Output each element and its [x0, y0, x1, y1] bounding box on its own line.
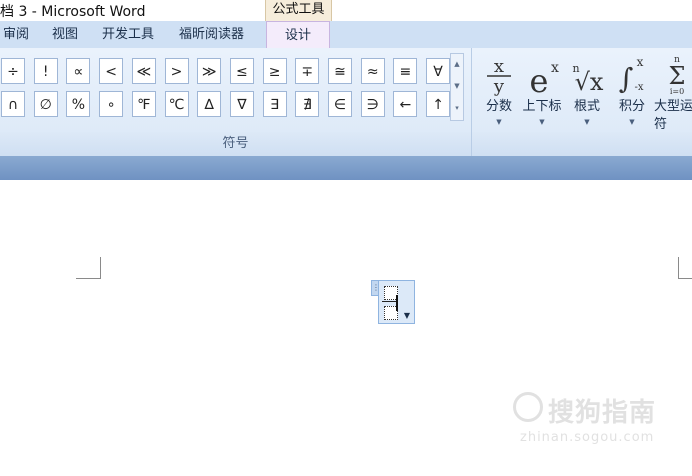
svg-text:i=0: i=0: [670, 87, 684, 96]
symbol-button[interactable]: ≤: [229, 58, 254, 84]
svg-text:√x: √x: [575, 68, 604, 96]
large-operator-label: 大型运算符: [654, 99, 692, 132]
symbol-button[interactable]: ℉: [131, 91, 156, 117]
svg-text:Σ: Σ: [669, 62, 686, 90]
symbol-button[interactable]: ∓: [295, 58, 320, 84]
integral-icon: ∫ x -x: [619, 55, 644, 95]
svg-text:y: y: [493, 76, 505, 96]
radical-icon: n √x: [572, 62, 604, 96]
symbol-button[interactable]: ∃: [262, 91, 287, 117]
svg-text:x: x: [637, 55, 644, 69]
symbol-button[interactable]: ∆: [197, 91, 222, 117]
scroll-up-icon[interactable]: ▲: [451, 54, 463, 74]
symbol-button[interactable]: ↑: [426, 91, 451, 117]
structures-group: x y 分数 ▼ e x 上下标 ▼ n √x 根式 ▼ ∫ x -x 积分 ▼…: [472, 48, 692, 156]
symbol-button[interactable]: <: [99, 58, 124, 84]
equation-options-dropdown-icon[interactable]: ▼: [401, 310, 413, 322]
svg-text:-x: -x: [634, 82, 643, 93]
symbol-button[interactable]: ←: [393, 91, 418, 117]
symbol-button[interactable]: ≡: [393, 58, 418, 84]
tab-view[interactable]: 视图: [52, 21, 78, 48]
symbol-button[interactable]: ≈: [360, 58, 385, 84]
symbol-button[interactable]: !: [33, 58, 58, 84]
symbol-button[interactable]: ∝: [66, 58, 91, 84]
svg-text:x: x: [494, 56, 504, 77]
integral-label: 积分: [618, 99, 645, 114]
watermark-url: zhinan.sogou.com: [520, 430, 655, 445]
symbol-button[interactable]: ∅: [33, 91, 58, 117]
large-operator-icon: n Σ i=0: [669, 55, 686, 96]
page-corner-mark-right: [678, 257, 692, 279]
fraction-bar: [382, 301, 397, 302]
sogou-logo-icon: [513, 392, 543, 422]
window-title: 档 3 - Microsoft Word: [0, 4, 146, 20]
script-dropdown-icon: ▼: [539, 118, 545, 126]
symbol-button[interactable]: ∘: [99, 91, 124, 117]
fraction-dropdown-icon: ▼: [496, 118, 502, 126]
page-corner-mark-left: [76, 257, 101, 279]
symbol-button[interactable]: ≥: [262, 58, 287, 84]
symbol-button[interactable]: ∩: [1, 91, 25, 117]
equation-tools-context-tab[interactable]: 公式工具: [265, 0, 332, 21]
fraction-icon: x y: [487, 56, 511, 96]
symbol-button[interactable]: ÷: [1, 58, 25, 84]
symbol-button[interactable]: ∇: [229, 91, 254, 117]
symbols-group-label: 符号: [0, 132, 471, 156]
symbol-button[interactable]: ≅: [328, 58, 352, 84]
large-operator-button[interactable]: n Σ i=0 大型运算符: [654, 52, 692, 132]
symbol-button[interactable]: ∋: [360, 91, 385, 117]
ribbon: ÷! ∝ < ≪ > ≫ ≤ ≥ ∓ ≅ ≈ ≡ ∀ ∩ ∅% ∘ ℉ ℃ ∆ ∇ ∃ ∄ ∈ ∋ ← ↑ ▲ ▼ ▾ 符号 x…: [0, 48, 692, 156]
structures-group-label-bar: [472, 132, 692, 156]
gallery-more-icon[interactable]: ▾: [451, 98, 463, 118]
scroll-down-icon[interactable]: ▼: [451, 76, 463, 96]
symbols-group: ÷! ∝ < ≪ > ≫ ≤ ≥ ∓ ≅ ≈ ≡ ∀ ∩ ∅% ∘ ℉ ℃ ∆ ∇ ∃ ∄ ∈ ∋ ← ↑ ▲ ▼ ▾ 符号: [0, 48, 472, 156]
symbol-button[interactable]: >: [164, 58, 189, 84]
symbol-button[interactable]: ≫: [197, 58, 222, 84]
script-icon: e x: [530, 60, 560, 96]
fraction-button[interactable]: x y 分数 ▼: [476, 52, 522, 130]
symbol-button[interactable]: ∄: [295, 91, 320, 117]
script-button[interactable]: e x 上下标 ▼: [519, 52, 565, 130]
text-cursor: [396, 295, 398, 311]
symbol-button[interactable]: %: [66, 91, 91, 117]
ribbon-tab-bar: 审阅 视图 开发工具 福昕阅读器 设计: [0, 21, 692, 49]
tab-developer[interactable]: 开发工具: [102, 21, 154, 48]
title-bar: 档 3 - Microsoft Word 公式工具: [0, 0, 692, 21]
symbol-button[interactable]: ∀: [426, 58, 451, 84]
svg-text:∫: ∫: [619, 62, 634, 95]
svg-text:x: x: [551, 60, 559, 76]
ribbon-bottom-band: [0, 156, 692, 180]
svg-text:e: e: [530, 62, 549, 96]
tab-foxit-reader[interactable]: 福昕阅读器: [179, 21, 244, 48]
integral-dropdown-icon: ▼: [629, 118, 635, 126]
symbol-gallery-scroll[interactable]: ▲ ▼ ▾: [450, 53, 464, 121]
radical-dropdown-icon: ▼: [584, 118, 590, 126]
watermark-text: 搜狗指南: [548, 398, 657, 428]
symbol-button[interactable]: ≪: [131, 58, 156, 84]
symbol-button[interactable]: ℃: [164, 91, 189, 117]
radical-button[interactable]: n √x 根式 ▼: [564, 52, 610, 130]
integral-button[interactable]: ∫ x -x 积分 ▼: [609, 52, 655, 130]
symbol-button[interactable]: ∈: [328, 91, 352, 117]
tab-design[interactable]: 设计: [266, 21, 330, 49]
tab-review[interactable]: 审阅: [3, 21, 29, 48]
